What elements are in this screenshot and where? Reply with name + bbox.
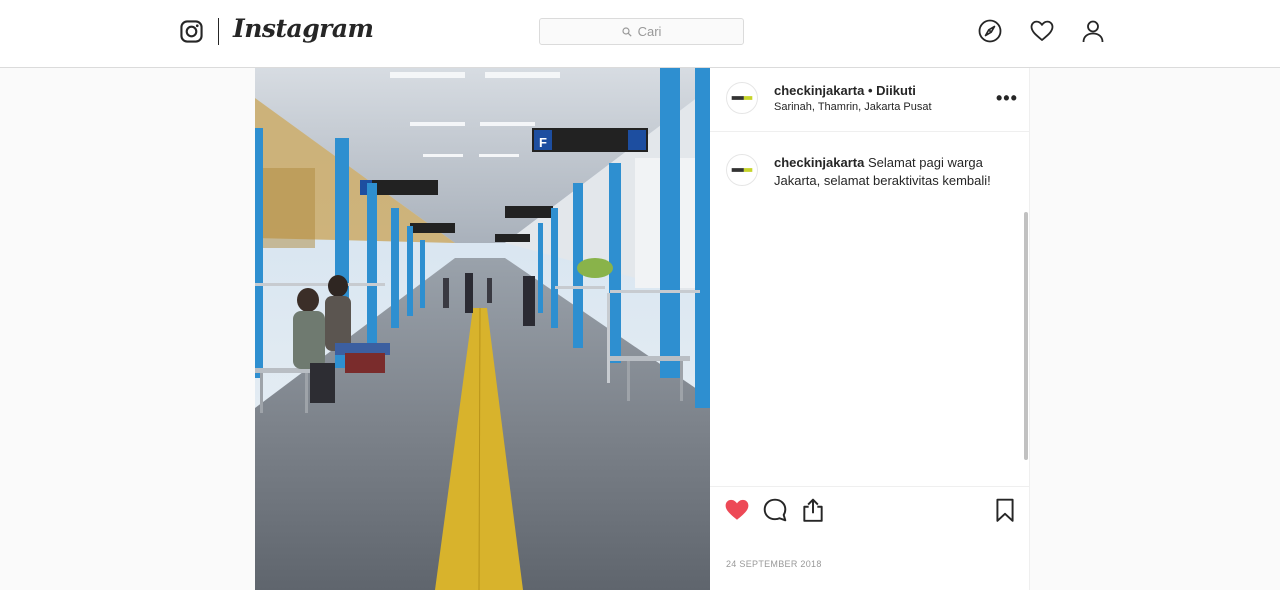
heart-icon[interactable] xyxy=(1030,19,1054,43)
compass-icon[interactable] xyxy=(978,19,1002,43)
comments-scrollbar[interactable] xyxy=(1024,212,1028,460)
platform-sign-letter: F xyxy=(539,135,547,150)
profile-icon[interactable] xyxy=(1081,19,1105,43)
share-icon[interactable] xyxy=(800,497,826,523)
logo-divider xyxy=(218,18,219,45)
search-placeholder: Cari xyxy=(637,24,662,39)
avatar[interactable] xyxy=(726,82,758,114)
bookmark-icon[interactable] xyxy=(992,497,1018,523)
checkinjakarta-logo-icon xyxy=(731,96,753,100)
avatar[interactable] xyxy=(726,154,758,186)
bus-station-platform-image: F xyxy=(255,68,710,590)
post-date[interactable]: 24 SEPTEMBER 2018 xyxy=(726,559,822,569)
caption: checkinjakarta Selamat pagi warga Jakart… xyxy=(774,154,1014,190)
post-details-panel: checkinjakarta • Diikuti Sarinah, Thamri… xyxy=(710,68,1030,590)
post-header: checkinjakarta • Diikuti Sarinah, Thamri… xyxy=(710,68,1030,132)
separator-dot: • xyxy=(867,83,873,98)
instagram-wordmark[interactable]: Instagram xyxy=(233,14,374,43)
post-photo[interactable]: F xyxy=(255,68,710,590)
caption-username-link[interactable]: checkinjakarta xyxy=(774,155,864,170)
top-navigation-bar: Instagram Cari xyxy=(0,0,1280,68)
post-author: checkinjakarta • Diikuti xyxy=(774,83,916,98)
instagram-camera-icon[interactable] xyxy=(180,20,203,43)
comment-icon[interactable] xyxy=(762,497,788,523)
action-bar xyxy=(710,486,1030,542)
follow-status-button[interactable]: Diikuti xyxy=(876,83,916,98)
heart-filled-icon[interactable] xyxy=(724,497,750,523)
checkinjakarta-logo-icon xyxy=(731,168,753,172)
search-icon xyxy=(621,26,632,37)
location-link[interactable]: Sarinah, Thamrin, Jakarta Pusat xyxy=(774,101,932,113)
comments-area: checkinjakarta Selamat pagi warga Jakart… xyxy=(710,132,1030,486)
more-options-icon[interactable]: ••• xyxy=(996,88,1018,109)
username-link[interactable]: checkinjakarta xyxy=(774,83,864,98)
search-input[interactable]: Cari xyxy=(539,18,744,45)
